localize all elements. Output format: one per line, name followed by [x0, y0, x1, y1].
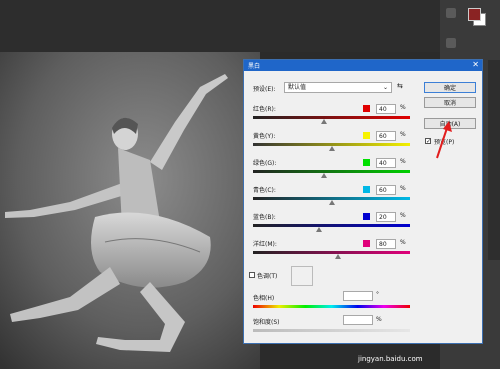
slider-unit: %: [400, 104, 406, 111]
saturation-unit: %: [376, 316, 382, 323]
panel-column: [488, 60, 500, 260]
slider-label: 绿色(G):: [253, 160, 277, 167]
color-swatch: [363, 186, 370, 193]
cancel-button[interactable]: 取消: [424, 97, 476, 108]
preset-label: 预设(E):: [253, 86, 276, 93]
chevron-down-icon: ⌄: [382, 84, 388, 91]
ok-button[interactable]: 确定: [424, 82, 476, 93]
slider-unit: %: [400, 239, 406, 246]
slider-thumb[interactable]: [320, 173, 327, 178]
color-slider-track[interactable]: [253, 224, 410, 227]
color-slider-track[interactable]: [253, 116, 410, 119]
slider-value-field[interactable]: 60: [376, 131, 396, 141]
options-bar: [0, 0, 440, 52]
color-swatch: [363, 159, 370, 166]
slider-thumb[interactable]: [328, 200, 335, 205]
black-white-dialog: 黑白 ✕ 预设(E): 默认值 ⌄ ⇆ 确定 取消 自动(A) ✓ 预览(P) …: [243, 59, 483, 344]
preset-value: 默认值: [288, 84, 307, 91]
preview-checkbox[interactable]: ✓: [425, 138, 431, 145]
close-icon[interactable]: ✕: [472, 60, 479, 70]
saturation-label: 饱和度(S): [253, 319, 280, 326]
color-swatch: [363, 132, 370, 139]
panel-tool-icon[interactable]: [446, 8, 456, 18]
slider-value-field[interactable]: 80: [376, 239, 396, 249]
slider-label: 红色(R):: [253, 106, 276, 113]
document-canvas[interactable]: [0, 52, 260, 369]
saturation-value-field[interactable]: [343, 315, 373, 325]
tint-checkbox[interactable]: [249, 272, 255, 278]
slider-label: 黄色(Y):: [253, 133, 276, 140]
color-swatch: [363, 105, 370, 112]
preset-select[interactable]: 默认值 ⌄: [284, 82, 392, 93]
dialog-title: 黑白: [248, 63, 261, 70]
slider-unit: %: [400, 185, 406, 192]
color-swatch: [363, 213, 370, 220]
panel-tool-icon[interactable]: [446, 38, 456, 48]
color-slider-track[interactable]: [253, 170, 410, 173]
color-slider-track[interactable]: [253, 251, 410, 254]
watermark-text: jingyan.baidu.com: [358, 355, 423, 363]
saturation-slider-track[interactable]: [253, 329, 410, 332]
hue-value-field[interactable]: [343, 291, 373, 301]
slider-value-field[interactable]: 40: [376, 104, 396, 114]
dialog-titlebar[interactable]: 黑白 ✕: [244, 60, 482, 71]
slider-thumb[interactable]: [328, 146, 335, 151]
slider-thumb[interactable]: [334, 254, 341, 259]
hue-unit: °: [376, 291, 379, 298]
red-arrow-annotation: [436, 121, 452, 159]
preset-options-icon[interactable]: ⇆: [397, 82, 403, 90]
slider-value-field[interactable]: 40: [376, 158, 396, 168]
tint-color-swatch[interactable]: [291, 266, 313, 286]
foreground-color-swatch[interactable]: [468, 8, 481, 21]
slider-value-field[interactable]: 20: [376, 212, 396, 222]
slider-unit: %: [400, 212, 406, 219]
slider-unit: %: [400, 158, 406, 165]
slider-label: 蓝色(B):: [253, 214, 276, 221]
color-swatch: [363, 240, 370, 247]
dancer-photo: [0, 52, 260, 369]
slider-label: 青色(C):: [253, 187, 276, 194]
slider-thumb[interactable]: [315, 227, 322, 232]
slider-value-field[interactable]: 60: [376, 185, 396, 195]
slider-label: 洋红(M):: [253, 241, 277, 248]
slider-unit: %: [400, 131, 406, 138]
hue-slider-track[interactable]: [253, 305, 410, 308]
tint-label: 色调(T): [257, 273, 278, 280]
hue-label: 色相(H): [253, 295, 275, 302]
slider-thumb[interactable]: [320, 119, 327, 124]
